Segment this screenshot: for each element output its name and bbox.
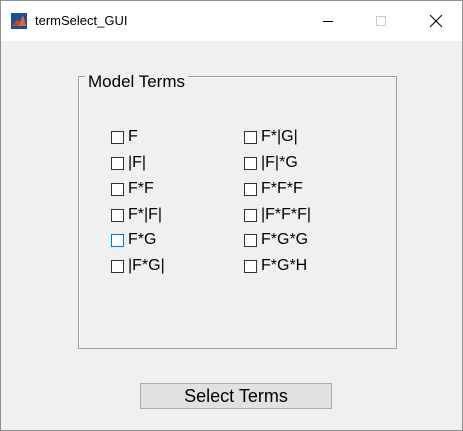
checkbox-box[interactable] (111, 208, 124, 222)
checkbox-f-times-g-times-h[interactable]: F*G*H (244, 256, 307, 276)
checkbox-label: F*|F| (128, 206, 163, 223)
checkbox-f-times-f-times-f[interactable]: F*F*F (244, 179, 303, 199)
minimize-button[interactable] (306, 1, 350, 41)
checkbox-abs-f[interactable]: |F| (111, 153, 146, 173)
checkbox-label: |F|*G (261, 154, 298, 171)
checkbox-label: |F| (128, 154, 147, 171)
checkbox-label: |F*G| (128, 257, 165, 274)
checkbox-box[interactable] (244, 156, 257, 170)
checkbox-box[interactable] (111, 156, 124, 170)
app-window: termSelect_GUI Model Terms F |F| F*F F*|… (0, 0, 463, 431)
checkbox-box[interactable] (244, 130, 257, 144)
checkbox-f-times-g-times-g[interactable]: F*G*G (244, 230, 308, 250)
panel-title: Model Terms (85, 71, 188, 93)
checkbox-box[interactable] (244, 259, 257, 273)
checkbox-box[interactable] (111, 182, 124, 196)
maximize-icon (376, 16, 386, 26)
checkbox-box[interactable] (111, 233, 124, 247)
checkbox-label: F*F (128, 180, 154, 197)
select-terms-button[interactable]: Select Terms (140, 383, 332, 409)
checkbox-box[interactable] (111, 130, 124, 144)
checkbox-label: F*|G| (261, 128, 298, 145)
checkbox-box[interactable] (244, 233, 257, 247)
checkbox-label: F (128, 128, 138, 145)
checkbox-f[interactable]: F (111, 127, 138, 147)
matlab-icon (11, 13, 27, 29)
minimize-icon (323, 21, 333, 22)
checkbox-box[interactable] (244, 208, 257, 222)
checkbox-label: F*G*G (261, 231, 309, 248)
close-button[interactable] (414, 1, 458, 41)
title-bar[interactable]: termSelect_GUI (1, 1, 462, 41)
checkbox-label: F*F*F (261, 180, 303, 197)
checkbox-abs-f-times-g-2[interactable]: |F|*G (244, 153, 298, 173)
checkbox-label: |F*F*F| (261, 206, 312, 223)
checkbox-box[interactable] (244, 182, 257, 196)
maximize-button[interactable] (359, 1, 403, 41)
checkbox-abs-f-times-f-times-f[interactable]: |F*F*F| (244, 205, 311, 225)
close-icon (429, 14, 443, 28)
checkbox-f-times-abs-f[interactable]: F*|F| (111, 205, 162, 225)
window-title: termSelect_GUI (35, 13, 128, 28)
checkbox-abs-f-times-g[interactable]: |F*G| (111, 256, 165, 276)
checkbox-label: F*G (128, 231, 157, 248)
window-content: Model Terms F |F| F*F F*|F| F*G |F*G| F*… (1, 41, 462, 430)
checkbox-f-times-f[interactable]: F*F (111, 179, 154, 199)
checkbox-f-times-abs-g[interactable]: F*|G| (244, 127, 298, 147)
checkbox-box[interactable] (111, 259, 124, 273)
checkbox-f-times-g[interactable]: F*G (111, 230, 156, 250)
checkbox-label: F*G*H (261, 257, 308, 274)
